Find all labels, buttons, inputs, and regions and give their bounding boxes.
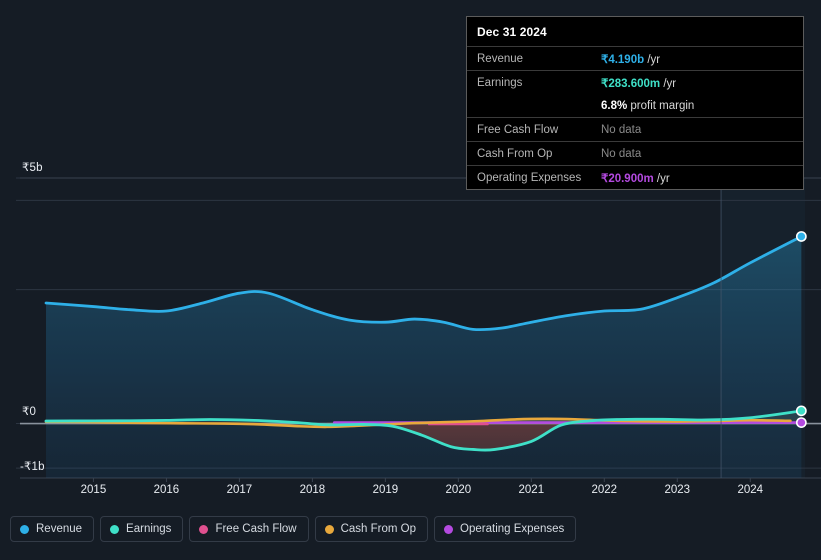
tooltip-row-key: Revenue (477, 52, 524, 65)
x-axis-tick-2024: 2024 (737, 484, 764, 496)
tooltip-row-key: Free Cash Flow (477, 123, 559, 136)
legend-item-cash-from-op[interactable]: Cash From Op (314, 516, 429, 542)
tooltip-date: Dec 31 2024 (477, 25, 547, 39)
x-axis-tick-2016: 2016 (153, 484, 180, 496)
tooltip-row-value: ₹20.900m /yr (601, 172, 670, 185)
tooltip-row: Operating Expenses ₹20.900m /yr (467, 165, 803, 189)
legend-color-dot-icon (444, 524, 454, 534)
y-axis-label-5b: ₹5b (22, 162, 43, 174)
x-axis-tick-2020: 2020 (445, 484, 472, 496)
x-axis-tick-2023: 2023 (664, 484, 691, 496)
x-axis-tick-2021: 2021 (518, 484, 545, 496)
x-axis-tick-2019: 2019 (372, 484, 399, 496)
legend-item-label: Revenue (36, 523, 83, 535)
legend-color-dot-icon (20, 524, 29, 534)
legend-item-label: Cash From Op (340, 523, 417, 535)
legend-color-dot-icon (110, 524, 120, 534)
tooltip-row: Cash From Op No data (467, 141, 803, 165)
tooltip-row-value: No data (601, 123, 642, 136)
data-tooltip: Dec 31 2024 Revenue ₹4.190b /yr Earnings ₹2… (466, 16, 804, 190)
tooltip-rows: Revenue ₹4.190b /yr Earnings ₹283.600m /yr 6… (467, 46, 803, 189)
tooltip-row: Free Cash Flow No data (467, 117, 803, 141)
tooltip-row-key: Earnings (477, 76, 523, 89)
x-axis-tick-2022: 2022 (591, 484, 618, 496)
y-axis-label-0: ₹0 (22, 406, 37, 418)
chart-legend[interactable]: Revenue Earnings Free Cash Flow Cash From O… (10, 516, 577, 542)
tooltip-row: Revenue ₹4.190b /yr (467, 46, 803, 70)
x-axis-tick-2017: 2017 (226, 484, 253, 496)
legend-color-dot-icon (324, 524, 334, 534)
legend-item-label: Earnings (126, 523, 172, 535)
tooltip-row-value: 6.8% profit margin (601, 99, 695, 112)
legend-item-label: Operating Expenses (460, 523, 565, 535)
x-axis-tick-2018: 2018 (299, 484, 326, 496)
y-axis-label-neg1b: -₹1b (20, 461, 45, 473)
tooltip-row-key: Cash From Op (477, 147, 553, 160)
legend-item-free-cash-flow[interactable]: Free Cash Flow (189, 516, 309, 542)
tooltip-row-value: ₹283.600m /yr (601, 77, 677, 90)
legend-item-operating-expenses[interactable]: Operating Expenses (434, 516, 577, 542)
tooltip-row: 6.8% profit margin (467, 94, 803, 117)
x-axis-tick-2015: 2015 (80, 484, 107, 496)
legend-color-dot-icon (199, 524, 209, 534)
tooltip-row-value: No data (601, 147, 642, 160)
tooltip-row-value: ₹4.190b /yr (601, 53, 661, 66)
tooltip-row-key: Operating Expenses (477, 171, 582, 184)
legend-item-earnings[interactable]: Earnings (100, 516, 184, 542)
legend-item-label: Free Cash Flow (215, 523, 297, 535)
tooltip-row: Earnings ₹283.600m /yr (467, 70, 803, 94)
legend-item-revenue[interactable]: Revenue (10, 516, 95, 542)
